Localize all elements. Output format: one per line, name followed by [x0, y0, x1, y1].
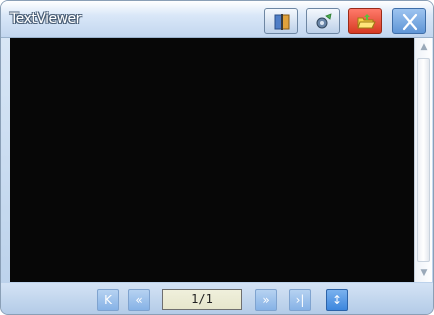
scrollbar-thumb[interactable] [417, 58, 430, 262]
open-folder-button[interactable] [348, 8, 382, 34]
text-content-area[interactable] [10, 38, 414, 282]
next-page-button[interactable]: » [255, 289, 277, 311]
previous-page-button[interactable]: « [128, 289, 150, 311]
scroll-up-icon[interactable]: ▲ [419, 42, 429, 52]
text-viewer-window: TextViewer ▲ ▼ K « 1/1 » ›| ↕ [0, 0, 434, 315]
scroll-down-icon[interactable]: ▼ [419, 268, 429, 278]
book-button[interactable] [264, 8, 298, 34]
navigation-bar: K « 1/1 » ›| ↕ [1, 283, 433, 314]
scroll-mode-button[interactable]: ↕ [326, 289, 348, 311]
title-bar[interactable]: TextViewer [1, 1, 433, 38]
first-page-button[interactable]: K [97, 289, 119, 311]
settings-button[interactable] [306, 8, 340, 34]
page-indicator: 1/1 [162, 289, 242, 310]
window-title: TextViewer [10, 11, 81, 27]
vertical-scrollbar[interactable]: ▲ ▼ [414, 38, 432, 282]
last-page-button[interactable]: ›| [289, 289, 311, 311]
close-button[interactable] [392, 8, 426, 34]
